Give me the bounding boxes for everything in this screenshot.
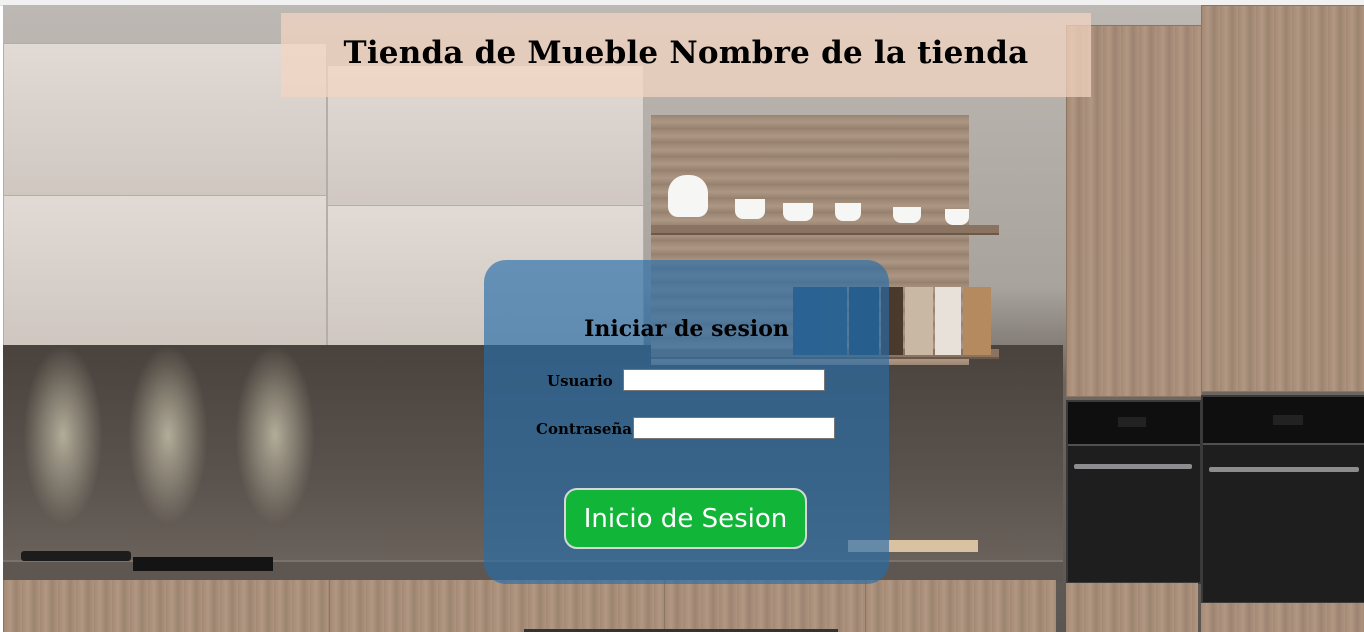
book xyxy=(905,287,933,355)
oven xyxy=(1066,400,1202,584)
username-label: Usuario xyxy=(547,372,613,390)
cup xyxy=(945,209,969,225)
under-cabinet-light xyxy=(235,345,315,525)
login-submit-button[interactable]: Inicio de Sesion xyxy=(564,488,807,549)
header-banner: Tienda de Mueble Nombre de la tienda xyxy=(281,13,1091,97)
lower-cabinet xyxy=(664,580,865,632)
lower-cabinet xyxy=(865,580,1056,632)
tall-cabinet-base xyxy=(1066,583,1198,632)
upper-cabinet-left-top xyxy=(3,43,327,203)
oven-display xyxy=(1118,417,1146,427)
cup xyxy=(835,203,861,221)
teapot xyxy=(668,175,708,217)
stove-pan xyxy=(21,551,131,561)
under-cabinet-light xyxy=(23,345,103,525)
upper-cabinet-left-bottom xyxy=(3,195,327,347)
password-input[interactable] xyxy=(633,417,835,439)
oven-handle xyxy=(1209,467,1359,472)
bowl xyxy=(783,203,813,221)
lower-cabinet xyxy=(329,580,664,632)
oven-handle xyxy=(1074,464,1192,469)
book xyxy=(935,287,961,355)
book xyxy=(963,287,991,355)
cooktop xyxy=(133,557,273,571)
oven xyxy=(1201,395,1364,604)
tall-cabinet xyxy=(1201,5,1364,392)
oven-control-panel xyxy=(1068,402,1200,446)
oven-display xyxy=(1273,415,1303,425)
password-label: Contraseña xyxy=(536,420,633,438)
cup xyxy=(893,207,921,223)
under-cabinet-light xyxy=(128,345,208,525)
lower-cabinet xyxy=(3,580,329,632)
tall-cabinet-base xyxy=(1201,603,1364,632)
shelf-upper xyxy=(651,225,999,235)
username-input[interactable] xyxy=(623,369,825,391)
site-title: Tienda de Mueble Nombre de la tienda xyxy=(343,35,1029,71)
cup xyxy=(735,199,765,219)
login-title: Iniciar de sesion xyxy=(584,316,789,342)
login-form: Iniciar de sesion Usuario Contraseña Ini… xyxy=(484,260,889,584)
oven-control-panel xyxy=(1203,397,1364,445)
